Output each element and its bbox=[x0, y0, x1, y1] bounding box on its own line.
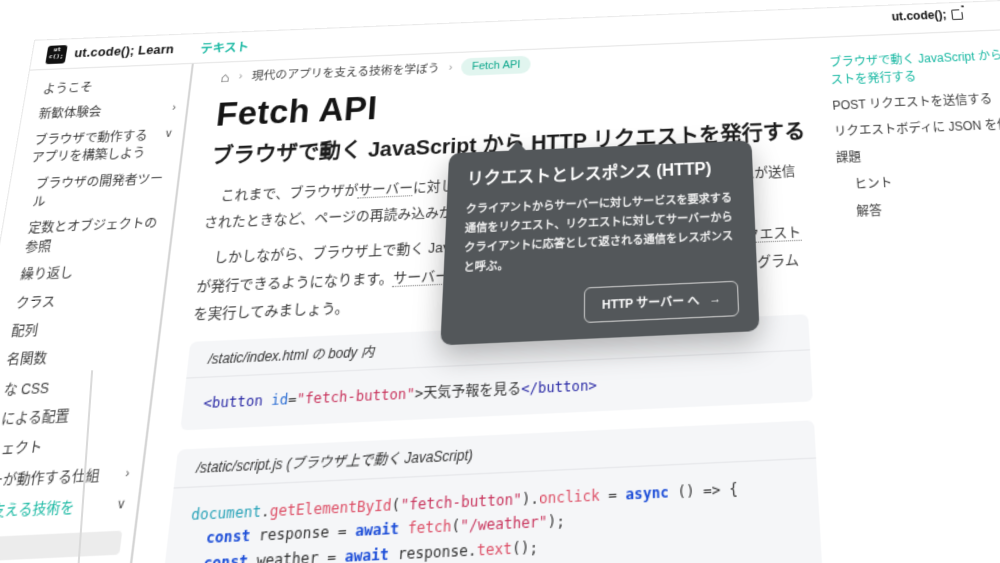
term-tooltip: リクエストとレスポンス (HTTP) クライアントからサーバーに対しサービスを要… bbox=[440, 140, 759, 345]
sidebar-item-label: による配置 bbox=[0, 407, 70, 431]
sidebar-item[interactable]: 支える技術を ∨ bbox=[0, 491, 139, 531]
external-link-icon: ↗ bbox=[951, 9, 963, 20]
external-site-label: ut.code(); bbox=[891, 8, 947, 23]
chevron-down-icon: ∨ bbox=[163, 126, 173, 142]
nav-link-text[interactable]: テキスト bbox=[199, 38, 249, 56]
table-of-contents: ブラウザで動く JavaScript から HTTP リクエストを発行するPOS… bbox=[829, 40, 1000, 227]
tooltip-title: リクエストとレスポンス (HTTP) bbox=[466, 158, 734, 193]
http-server-link-button[interactable]: HTTP サーバー へ → bbox=[584, 280, 739, 322]
chevron-right-icon: › bbox=[124, 465, 131, 485]
code-cards: /static/index.html の body 内<button id="f… bbox=[156, 313, 870, 563]
http-server-link-label: HTTP サーバー へ bbox=[602, 291, 700, 313]
sidebar-item-label: な CSS bbox=[2, 379, 50, 401]
sidebar-item-label: ーが動作する仕組 bbox=[0, 466, 101, 492]
brand-title[interactable]: ut.code(); Learn bbox=[73, 43, 175, 61]
code-card: /static/script.js (ブラウザ上で動く JavaScript)d… bbox=[156, 420, 825, 563]
term-link[interactable]: サーバー bbox=[358, 179, 414, 198]
sidebar-item-label: ブラウザで動作するアプリを構築しよう bbox=[30, 127, 161, 168]
sidebar-item-label: 名関数 bbox=[5, 350, 48, 372]
home-icon[interactable]: ⌂ bbox=[220, 70, 230, 84]
term-link[interactable]: サーバー bbox=[393, 267, 450, 287]
chevron-right-icon: › bbox=[171, 101, 177, 117]
sidebar-item-label: 定数とオブジェクトの参照 bbox=[24, 215, 163, 258]
chevron-down-icon: ∨ bbox=[115, 496, 127, 516]
external-site-link[interactable]: ut.code(); ↗ bbox=[891, 7, 963, 23]
sidebar-item-label: クラス bbox=[14, 293, 56, 314]
sidebar-item[interactable]: ブラウザの開発者ツール bbox=[5, 165, 180, 217]
sidebar-item-label: ブラウザの開発者ツール bbox=[31, 170, 168, 212]
tooltip-caret-icon bbox=[508, 141, 527, 152]
sidebar-item-label: 支える技術を bbox=[0, 498, 76, 524]
site-page: utc(); ut.code(); Learn テキスト ut.code(); … bbox=[0, 0, 1000, 563]
tooltip-body: クライアントからサーバーに対しサービスを要求する通信をリクエスト、リクエストに対… bbox=[463, 190, 737, 278]
sidebar-item-label: 新歓体験会 bbox=[37, 104, 102, 124]
paragraph-text: これまで、ブラウザが bbox=[220, 182, 359, 204]
breadcrumb-separator: › bbox=[449, 62, 453, 74]
breadcrumb-section-link[interactable]: 現代のアプリを支える技術を学ぼう bbox=[251, 60, 440, 83]
arrow-right-icon: → bbox=[709, 292, 721, 306]
sidebar-item[interactable]: 定数とオブジェクトの参照 bbox=[0, 210, 174, 263]
sidebar-item-selected[interactable] bbox=[0, 530, 122, 562]
sidebar-item-label: ようこそ bbox=[42, 80, 94, 99]
scene: utc(); ut.code(); Learn テキスト ut.code(); … bbox=[0, 0, 1000, 563]
sidebar-item-label: ェクト bbox=[0, 438, 44, 461]
sidebar-item-label: 配列 bbox=[10, 322, 40, 343]
utcode-logo-icon[interactable]: utc(); bbox=[45, 45, 67, 64]
breadcrumb-current-pill[interactable]: Fetch API bbox=[461, 56, 531, 76]
breadcrumb-separator: › bbox=[238, 70, 243, 82]
sidebar-item-label: 繰り返し bbox=[19, 264, 74, 285]
paragraph-text: が発行できるようになります。 bbox=[196, 269, 394, 294]
sidebar-item[interactable]: ブラウザで動作するアプリを構築しよう∨ bbox=[12, 122, 184, 173]
